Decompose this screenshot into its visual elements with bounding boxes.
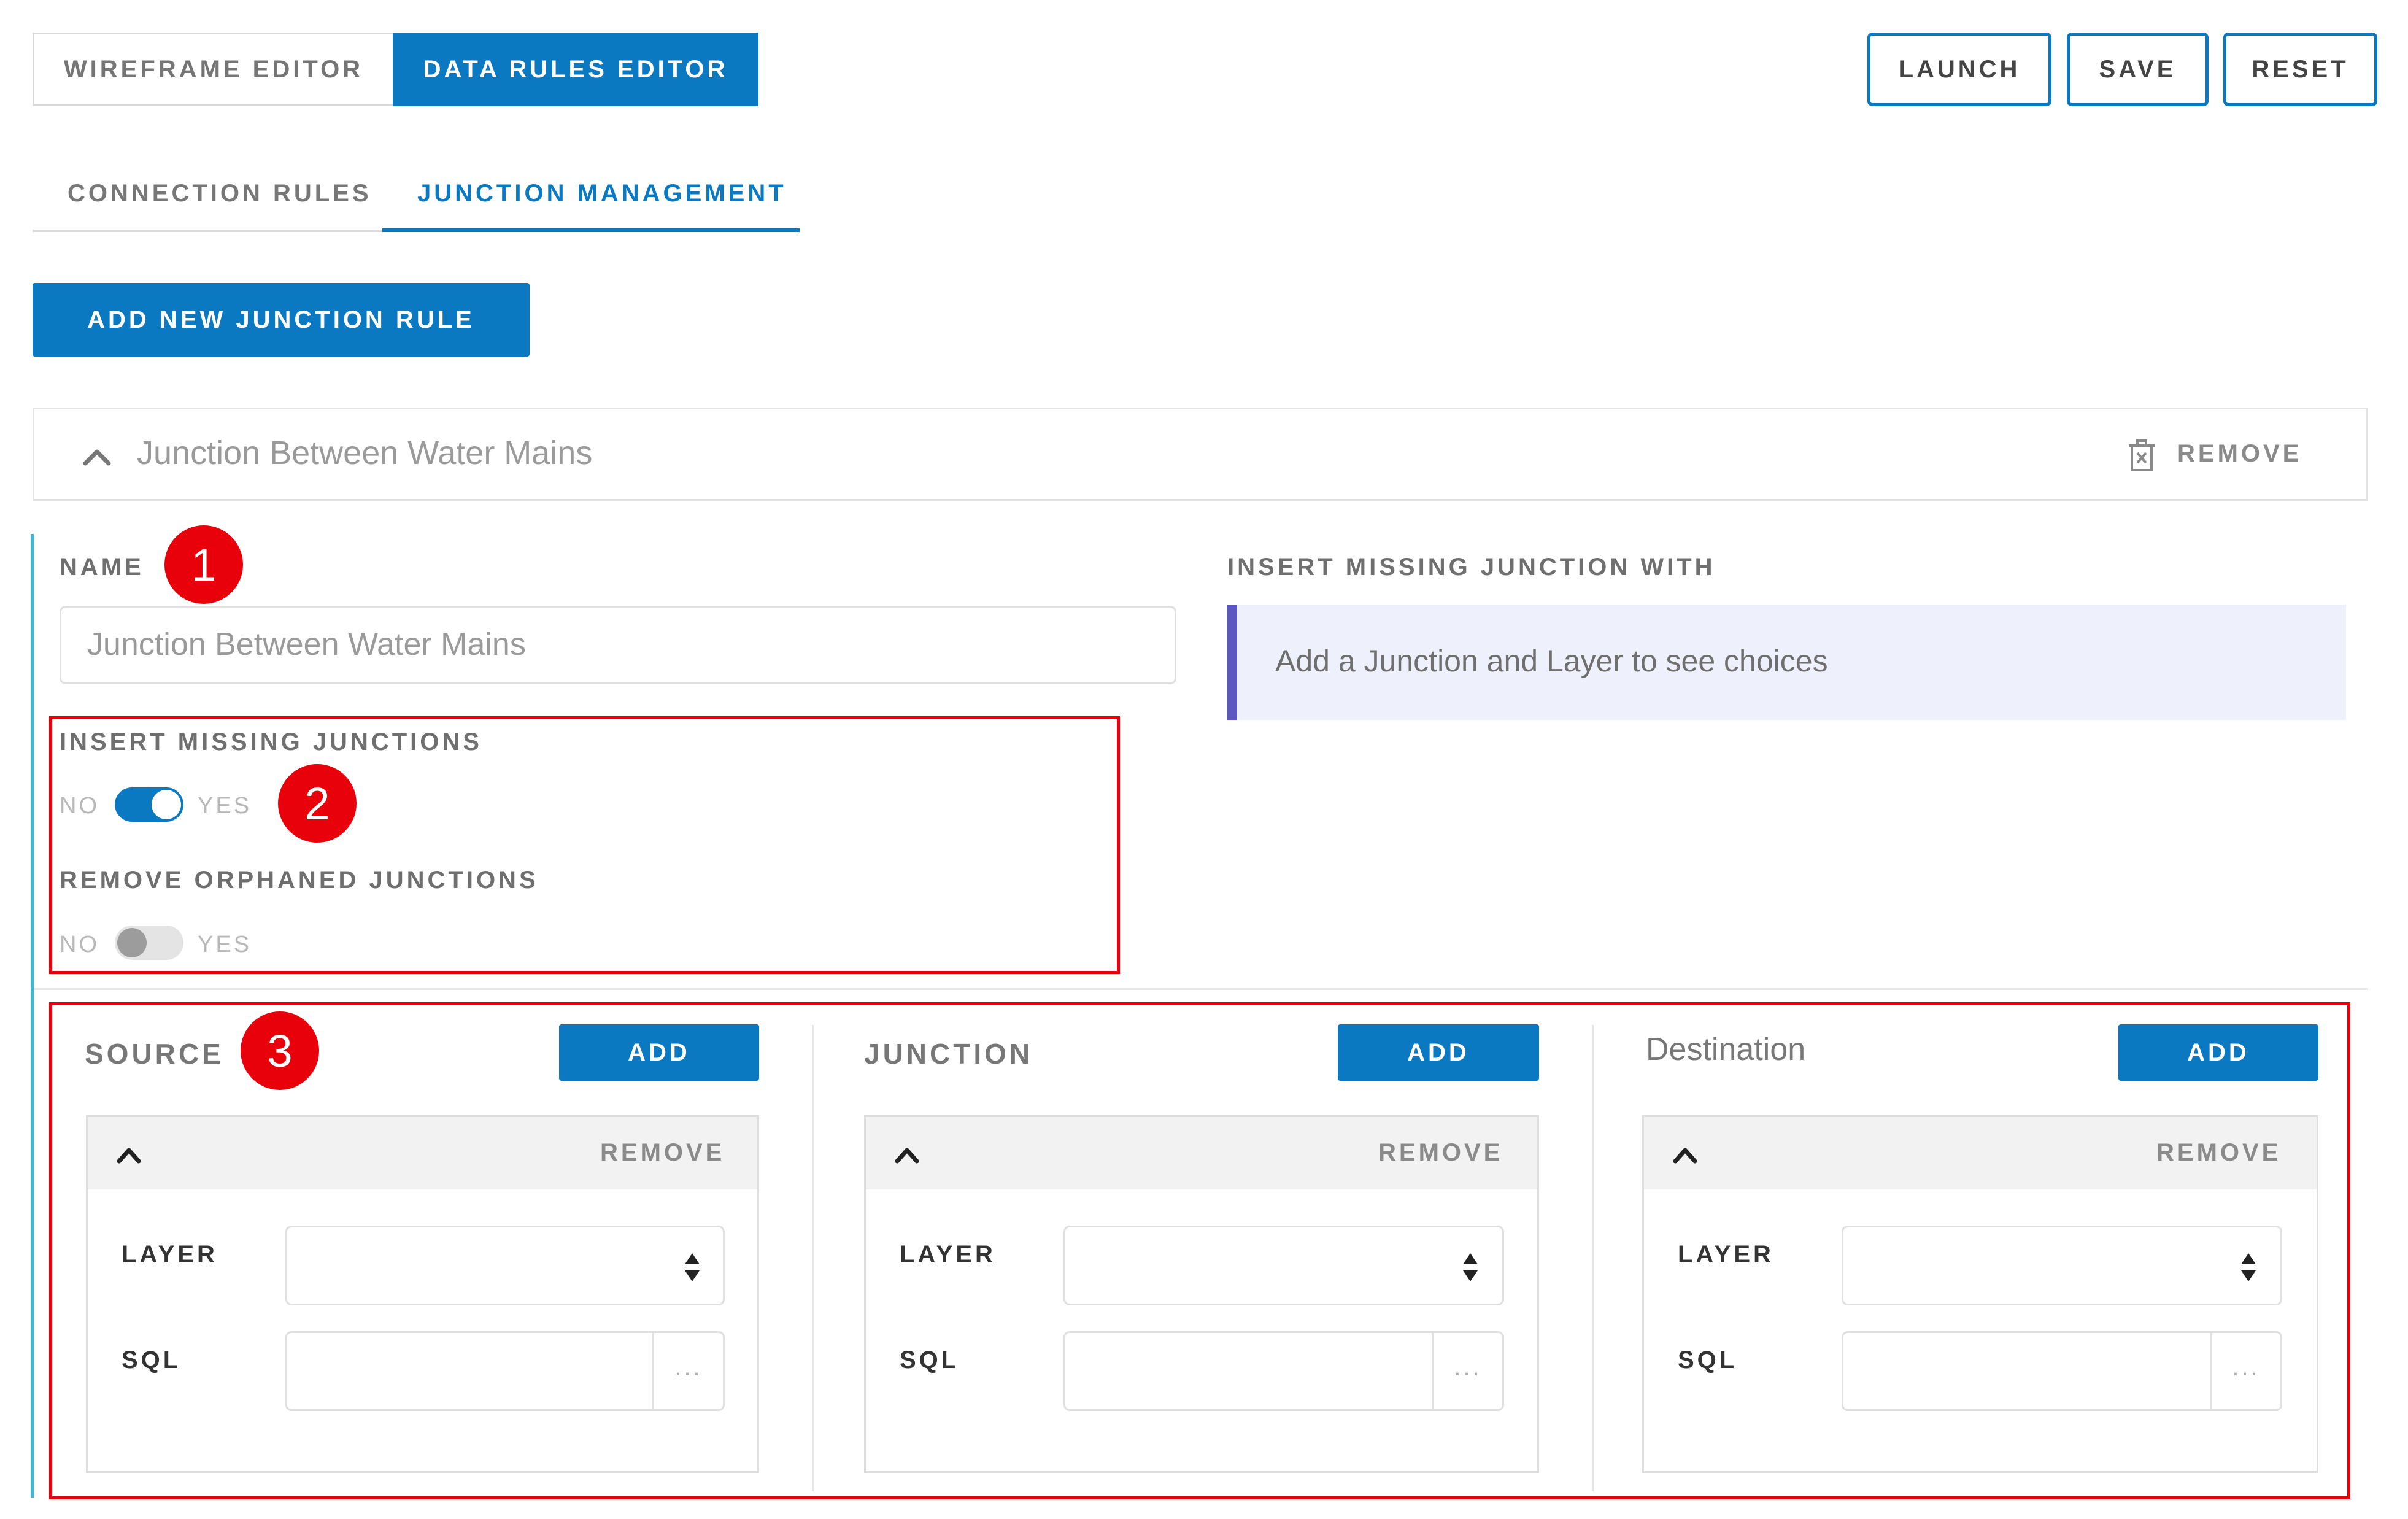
- section-divider: [34, 988, 2368, 990]
- tab-junction-management[interactable]: JUNCTION MANAGEMENT: [417, 172, 787, 215]
- tab-active-underline: [382, 228, 800, 232]
- add-new-junction-rule-button[interactable]: ADD NEW JUNCTION RULE: [33, 283, 530, 357]
- save-button[interactable]: SAVE: [2067, 33, 2209, 106]
- tab-divider: [33, 230, 382, 232]
- insert-with-hint: Add a Junction and Layer to see choices: [1275, 644, 1828, 678]
- rule-remove-label: REMOVE: [2177, 440, 2302, 467]
- name-input[interactable]: Junction Between Water Mains: [60, 606, 1176, 684]
- callout-badge-2: 2: [278, 764, 357, 843]
- tab-data-rules-editor[interactable]: DATA RULES EDITOR: [393, 33, 758, 106]
- trash-icon: [2129, 439, 2155, 471]
- rule-title: Junction Between Water Mains: [137, 435, 593, 471]
- tab-wireframe-editor[interactable]: WIREFRAME EDITOR: [33, 33, 393, 106]
- launch-button[interactable]: LAUNCH: [1867, 33, 2051, 106]
- insert-with-label: INSERT MISSING JUNCTION WITH: [1227, 554, 1716, 581]
- name-input-value: Junction Between Water Mains: [87, 627, 526, 662]
- reset-button[interactable]: RESET: [2223, 33, 2377, 106]
- callout-badge-3: 3: [241, 1011, 319, 1090]
- callout-box-2: [49, 716, 1120, 974]
- rule-body-accent: [31, 534, 34, 1498]
- rule-remove-button[interactable]: REMOVE: [2127, 433, 2323, 482]
- callout-badge-1: 1: [164, 525, 243, 604]
- name-label: NAME: [60, 554, 144, 581]
- tab-connection-rules[interactable]: CONNECTION RULES: [68, 172, 372, 215]
- hint-accent-bar: [1227, 605, 1237, 720]
- callout-box-3: [49, 1002, 2350, 1499]
- chevron-up-icon[interactable]: [80, 440, 114, 473]
- insert-with-hint-box: Add a Junction and Layer to see choices: [1227, 605, 2346, 720]
- rule-header[interactable]: Junction Between Water Mains REMOVE: [33, 408, 2368, 501]
